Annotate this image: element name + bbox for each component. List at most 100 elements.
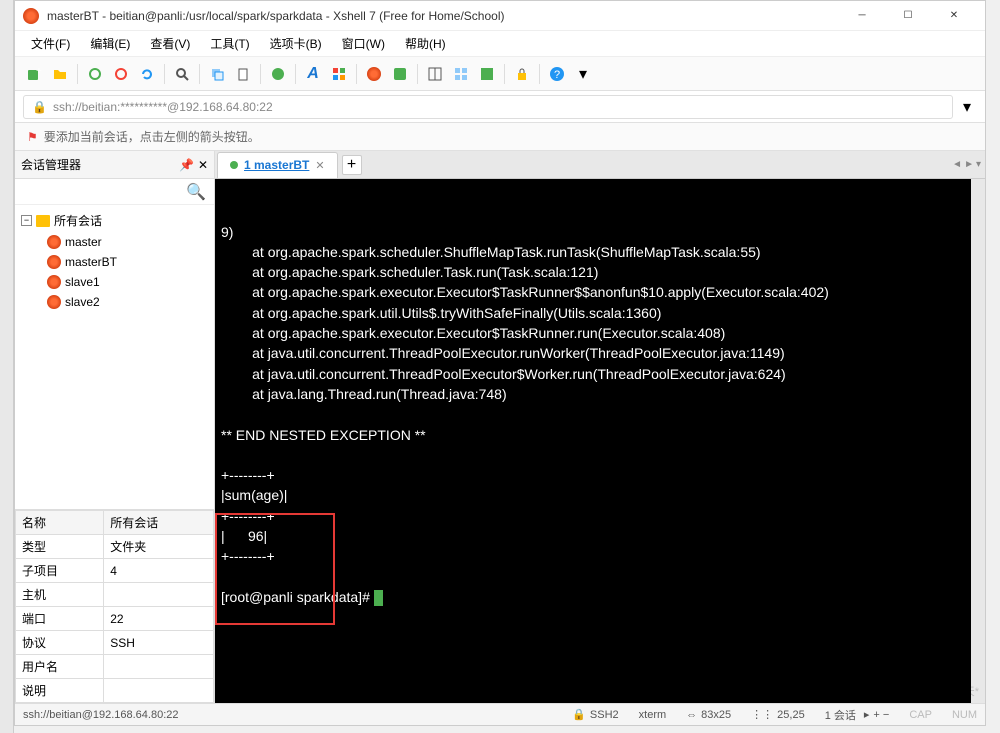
menu-view[interactable]: 查看(V) bbox=[142, 31, 198, 56]
color-button[interactable] bbox=[328, 63, 350, 85]
open-button[interactable] bbox=[49, 63, 71, 85]
close-button[interactable]: ✕ bbox=[931, 1, 977, 31]
session-icon bbox=[47, 275, 61, 289]
tree-root-label: 所有会话 bbox=[54, 212, 102, 229]
separator bbox=[356, 64, 357, 84]
xftp-button[interactable] bbox=[389, 63, 411, 85]
table-row: 子项目4 bbox=[16, 559, 214, 583]
terminal-line: at org.apache.spark.util.Utils$.tryWithS… bbox=[221, 303, 965, 323]
session-icon bbox=[47, 295, 61, 309]
titlebar: masterBT - beitian@panli:/usr/local/spar… bbox=[15, 1, 985, 31]
session-item-slave1[interactable]: slave1 bbox=[15, 272, 214, 292]
session-search-row: 🔍 bbox=[15, 179, 214, 205]
menu-edit[interactable]: 编辑(E) bbox=[82, 31, 138, 56]
toolbar: + A ? ▾ bbox=[15, 57, 985, 91]
globe-button[interactable] bbox=[267, 63, 289, 85]
session-manager-title: 会话管理器 bbox=[21, 156, 81, 173]
table-row: 用户名 bbox=[16, 655, 214, 679]
svg-text:?: ? bbox=[554, 69, 560, 81]
status-sessions: 1 会话 bbox=[825, 707, 856, 723]
tab-menu-icon[interactable]: ▾ bbox=[976, 159, 981, 170]
tabs-row: 1 masterBT ✕ + ◄ ► ▾ bbox=[215, 151, 985, 179]
copy-button[interactable] bbox=[206, 63, 228, 85]
session-label: master bbox=[65, 235, 102, 249]
svg-text:+: + bbox=[36, 66, 42, 77]
status-connection: ssh://beitian@192.168.64.80:22 bbox=[23, 709, 552, 721]
xshell-button[interactable] bbox=[363, 63, 385, 85]
session-icon bbox=[47, 235, 61, 249]
terminal-line: at org.apache.spark.scheduler.ShuffleMap… bbox=[221, 242, 965, 262]
tile-button[interactable] bbox=[450, 63, 472, 85]
table-row: 说明 bbox=[16, 679, 214, 703]
help-button[interactable]: ? bbox=[546, 63, 568, 85]
session-item-masterbt[interactable]: masterBT bbox=[15, 252, 214, 272]
dropdown-button[interactable]: ▾ bbox=[572, 63, 594, 85]
hint-bar: ⚑ 要添加当前会话，点击左侧的箭头按钮。 bbox=[15, 123, 985, 151]
separator bbox=[504, 64, 505, 84]
menu-tools[interactable]: 工具(T) bbox=[202, 31, 257, 56]
session-label: slave1 bbox=[65, 275, 100, 289]
terminal-line bbox=[221, 404, 965, 424]
session-label: slave2 bbox=[65, 295, 100, 309]
terminal-line: +--------+ bbox=[221, 506, 965, 526]
prop-header-value: 所有会话 bbox=[104, 511, 214, 535]
tab-masterbt[interactable]: 1 masterBT ✕ bbox=[217, 152, 338, 178]
menu-window[interactable]: 窗口(W) bbox=[334, 31, 393, 56]
terminal-line bbox=[221, 567, 965, 587]
menu-file[interactable]: 文件(F) bbox=[23, 31, 78, 56]
tab-next-icon[interactable]: ► bbox=[964, 159, 974, 170]
menu-help[interactable]: 帮助(H) bbox=[397, 31, 454, 56]
terminal-line: | 96| bbox=[221, 526, 965, 546]
connect-button[interactable] bbox=[84, 63, 106, 85]
body-area: 会话管理器 📌 ✕ 🔍 − 所有会话 master bbox=[15, 151, 985, 703]
terminal-line: at java.util.concurrent.ThreadPoolExecut… bbox=[221, 343, 965, 363]
separator bbox=[77, 64, 78, 84]
grid-button[interactable] bbox=[476, 63, 498, 85]
address-dropdown[interactable]: ▾ bbox=[957, 95, 977, 119]
terminal-line: at org.apache.spark.executor.Executor$Ta… bbox=[221, 323, 965, 343]
tab-label: 1 masterBT bbox=[244, 158, 309, 172]
flag-icon: ⚑ bbox=[27, 130, 38, 144]
terminal-line: at java.lang.Thread.run(Thread.java:748) bbox=[221, 384, 965, 404]
watermark: CSDN @北天* bbox=[907, 683, 979, 699]
status-pos: 25,25 bbox=[777, 709, 805, 721]
minimize-button[interactable]: ─ bbox=[839, 1, 885, 31]
pos-icon: ⋮⋮ bbox=[751, 708, 773, 721]
window-title: masterBT - beitian@panli:/usr/local/spar… bbox=[47, 9, 839, 23]
lock-icon: 🔒 bbox=[32, 100, 47, 114]
separator bbox=[295, 64, 296, 84]
add-tab-button[interactable]: + bbox=[342, 155, 362, 175]
paste-button[interactable] bbox=[232, 63, 254, 85]
layout-button[interactable] bbox=[424, 63, 446, 85]
status-num: NUM bbox=[952, 709, 977, 721]
tab-prev-icon[interactable]: ◄ bbox=[952, 159, 962, 170]
statusbar: ssh://beitian@192.168.64.80:22 🔒SSH2 xte… bbox=[15, 703, 985, 725]
address-input[interactable]: 🔒 ssh://beitian:**********@192.168.64.80… bbox=[23, 95, 953, 119]
tree-root[interactable]: − 所有会话 bbox=[15, 209, 214, 232]
reconnect-button[interactable] bbox=[136, 63, 158, 85]
terminal[interactable]: 9) at org.apache.spark.scheduler.Shuffle… bbox=[215, 179, 985, 703]
terminal-line: +--------+ bbox=[221, 465, 965, 485]
terminal-line bbox=[221, 445, 965, 465]
panel-close-icon[interactable]: ✕ bbox=[198, 158, 208, 172]
status-caps: CAP bbox=[909, 709, 932, 721]
terminal-line: at org.apache.spark.scheduler.Task.run(T… bbox=[221, 262, 965, 282]
search-button[interactable] bbox=[171, 63, 193, 85]
tab-close-icon[interactable]: ✕ bbox=[315, 159, 324, 172]
pin-icon[interactable]: 📌 bbox=[179, 158, 194, 172]
status-term: xterm bbox=[639, 709, 667, 721]
new-session-button[interactable]: + bbox=[23, 63, 45, 85]
session-item-master[interactable]: master bbox=[15, 232, 214, 252]
session-item-slave2[interactable]: slave2 bbox=[15, 292, 214, 312]
collapse-icon[interactable]: − bbox=[21, 215, 32, 226]
font-button[interactable]: A bbox=[302, 63, 324, 85]
search-icon[interactable]: 🔍 bbox=[186, 182, 206, 202]
menu-tabs[interactable]: 选项卡(B) bbox=[262, 31, 330, 56]
disconnect-button[interactable] bbox=[110, 63, 132, 85]
lock-button[interactable] bbox=[511, 63, 533, 85]
separator bbox=[199, 64, 200, 84]
table-row: 端口22 bbox=[16, 607, 214, 631]
status-size: 83x25 bbox=[701, 709, 731, 721]
main-area: 1 masterBT ✕ + ◄ ► ▾ 9) at org.apache.sp… bbox=[215, 151, 985, 703]
maximize-button[interactable]: ☐ bbox=[885, 1, 931, 31]
